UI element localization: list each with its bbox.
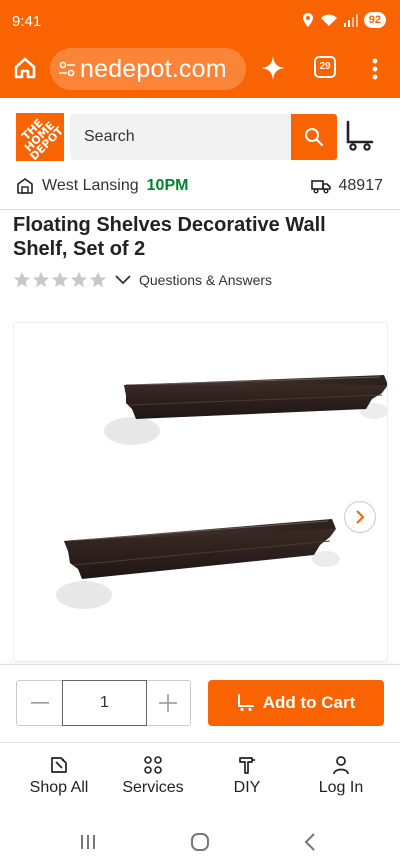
- signal-icon: [343, 14, 358, 27]
- nav-diy-label: DIY: [233, 779, 261, 796]
- battery-indicator: 92: [363, 12, 386, 28]
- store-hours: 10PM: [146, 177, 189, 194]
- store-name: West Lansing: [42, 177, 139, 194]
- more-menu-icon[interactable]: [365, 56, 385, 82]
- quantity-input[interactable]: [62, 680, 147, 726]
- carousel-next-button[interactable]: [344, 501, 376, 533]
- add-to-cart-bar: Add to Cart: [0, 664, 400, 742]
- site-header: THE HOME DEPOT: [0, 98, 400, 176]
- recent-apps-icon[interactable]: [77, 831, 99, 853]
- url-text: nedepot.com: [80, 55, 227, 83]
- star-icon: [89, 271, 107, 288]
- star-icon: [32, 271, 50, 288]
- search-box: [70, 114, 291, 160]
- nav-shop-all-label: Shop All: [29, 779, 89, 796]
- browser-toolbar: nedepot.com 29: [0, 42, 400, 96]
- nav-services[interactable]: Services: [106, 755, 200, 797]
- nav-services-label: Services: [122, 779, 184, 796]
- status-icons: 92: [302, 12, 386, 28]
- product-image-carousel[interactable]: [13, 322, 388, 662]
- chevron-right-icon: [356, 510, 365, 524]
- add-to-cart-button[interactable]: Add to Cart: [208, 680, 384, 726]
- increase-quantity-button[interactable]: [145, 681, 190, 725]
- search-input[interactable]: [70, 114, 291, 160]
- delivery-zip: 48917: [338, 177, 384, 194]
- home-depot-logo[interactable]: THE HOME DEPOT: [16, 113, 66, 163]
- tab-switcher-button[interactable]: 29: [314, 56, 336, 78]
- diy-icon: [239, 757, 255, 774]
- delivery-truck-icon: [310, 180, 331, 194]
- star-icon: [51, 271, 69, 288]
- quantity-stepper: [16, 680, 191, 726]
- home-nav-icon[interactable]: [189, 831, 211, 853]
- store-icon: [17, 178, 33, 194]
- system-navigation-bar: [0, 816, 400, 867]
- store-selector[interactable]: West Lansing 10PM: [16, 176, 188, 196]
- user-icon: [333, 756, 349, 775]
- search-button[interactable]: [291, 114, 337, 160]
- rating-row: Questions & Answers: [13, 270, 272, 290]
- delivery-zip-selector[interactable]: 48917: [310, 176, 384, 196]
- rating-stars[interactable]: [13, 271, 107, 289]
- product-title: Floating Shelves Decorative Wall Shelf, …: [13, 214, 326, 260]
- home-icon[interactable]: [11, 54, 39, 82]
- star-icon: [13, 271, 31, 288]
- nav-log-in-label: Log In: [318, 779, 364, 796]
- shop-all-icon: [51, 757, 67, 773]
- browser-chrome: 9:41 92 nedepot.com 29: [0, 0, 400, 98]
- nav-diy[interactable]: DIY: [200, 755, 294, 797]
- status-time: 9:41: [12, 13, 42, 30]
- store-info-bar: West Lansing 10PM 48917: [0, 176, 400, 210]
- cart-icon: [237, 694, 254, 712]
- questions-answers-link[interactable]: Questions & Answers: [115, 272, 272, 288]
- star-icon: [70, 271, 88, 288]
- decrease-quantity-button[interactable]: [17, 681, 62, 725]
- nav-log-in[interactable]: Log In: [294, 755, 388, 797]
- chevron-down-icon: [115, 275, 131, 285]
- wifi-icon: [320, 14, 337, 26]
- questions-answers-label: Questions & Answers: [139, 272, 273, 288]
- url-bar[interactable]: nedepot.com: [50, 48, 246, 90]
- bottom-navigation: Shop All Services DIY Log In: [0, 742, 400, 816]
- product-image: [56, 375, 387, 609]
- plus-icon: [158, 694, 177, 712]
- cart-icon[interactable]: [344, 120, 376, 152]
- services-icon: [144, 756, 162, 774]
- sparkle-icon[interactable]: [259, 54, 287, 82]
- search-icon: [305, 128, 324, 147]
- site-settings-icon[interactable]: [58, 60, 76, 78]
- back-icon[interactable]: [300, 831, 322, 853]
- location-icon: [302, 13, 313, 27]
- nav-shop-all[interactable]: Shop All: [12, 755, 106, 797]
- minus-icon: [30, 702, 49, 704]
- status-bar: 9:41 92: [0, 0, 400, 42]
- add-to-cart-label: Add to Cart: [262, 693, 356, 712]
- logo-text: THE HOME DEPOT: [19, 116, 67, 164]
